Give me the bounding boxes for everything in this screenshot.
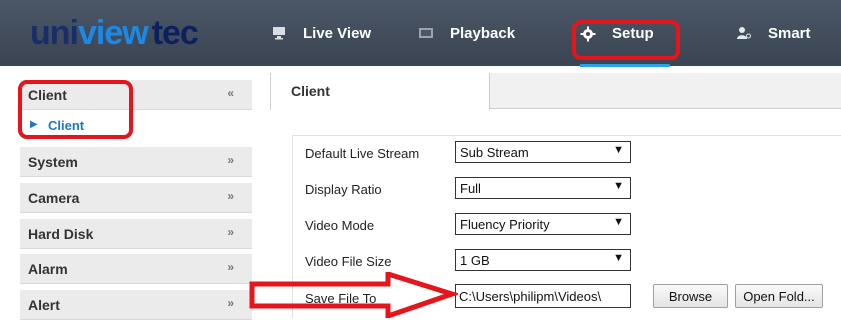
monitor-icon: [271, 26, 287, 40]
video-mode-select[interactable]: Fluency Priority ▼: [455, 213, 631, 235]
sidebar-section-label: Alert: [28, 297, 60, 313]
highlight-box-setup: [572, 20, 680, 60]
select-value: Fluency Priority: [460, 217, 550, 232]
select-value: Full: [460, 181, 481, 196]
nav-playback[interactable]: Playback: [418, 0, 515, 66]
sidebar-section-system[interactable]: System »: [20, 147, 252, 177]
default-live-stream-select[interactable]: Sub Stream ▼: [455, 141, 631, 163]
row-default-live-stream: Default Live Stream Sub Stream ▼: [293, 136, 841, 171]
chevron-down-icon: ▼: [613, 216, 624, 228]
sidebar-section-label: System: [28, 154, 78, 170]
tab-strip: Client: [270, 73, 841, 110]
highlight-box-client: [18, 80, 133, 139]
video-file-size-select[interactable]: 1 GB ▼: [455, 249, 631, 271]
browse-button[interactable]: Browse: [653, 284, 728, 308]
chevron-down-icon: »: [227, 260, 234, 274]
display-ratio-select[interactable]: Full ▼: [455, 177, 631, 199]
open-folder-button[interactable]: Open Fold...: [735, 284, 823, 308]
top-navigation-bar: uniview tec Live View Playback Setup Smar…: [0, 0, 841, 67]
sidebar-section-camera[interactable]: Camera »: [20, 183, 252, 213]
nav-smart[interactable]: Smart: [736, 0, 811, 66]
button-label: Open Fold...: [743, 289, 815, 304]
field-label: Display Ratio: [305, 182, 382, 197]
chevron-down-icon: ▼: [613, 252, 624, 264]
chevron-down-icon: »: [227, 225, 234, 239]
sidebar-section-label: Camera: [28, 190, 80, 206]
chevron-down-icon: »: [227, 189, 234, 203]
nav-live-view[interactable]: Live View: [271, 0, 371, 66]
tab-label: Client: [291, 83, 330, 99]
row-display-ratio: Display Ratio Full ▼: [293, 172, 841, 207]
person-search-icon: [736, 26, 752, 40]
field-label: Default Live Stream: [305, 146, 420, 161]
red-arrow-annotation: [249, 272, 458, 318]
row-video-mode: Video Mode Fluency Priority ▼: [293, 208, 841, 243]
button-label: Browse: [668, 289, 713, 304]
sidebar-section-label: Hard Disk: [28, 226, 94, 242]
input-value: C:\Users\philipm\Videos\: [459, 289, 602, 304]
chevron-down-icon: »: [227, 296, 234, 310]
save-file-path-input[interactable]: C:\Users\philipm\Videos\: [455, 284, 631, 308]
chevron-down-icon: ▼: [613, 180, 624, 192]
field-label: Video Mode: [305, 218, 375, 233]
chevron-up-icon: «: [227, 86, 234, 100]
uniview-tec-logo: uniview tec: [30, 14, 199, 52]
field-label: Video File Size: [305, 254, 392, 269]
select-value: Sub Stream: [460, 145, 529, 160]
select-value: 1 GB: [460, 253, 490, 268]
sidebar-section-hard-disk[interactable]: Hard Disk »: [20, 219, 252, 249]
tab-client[interactable]: Client: [270, 73, 490, 110]
film-icon: [418, 26, 434, 40]
sidebar-section-alarm[interactable]: Alarm »: [20, 254, 252, 284]
chevron-down-icon: ▼: [613, 144, 624, 156]
sidebar-section-label: Alarm: [28, 261, 68, 277]
chevron-down-icon: »: [227, 153, 234, 167]
sidebar-section-alert[interactable]: Alert »: [20, 290, 252, 320]
